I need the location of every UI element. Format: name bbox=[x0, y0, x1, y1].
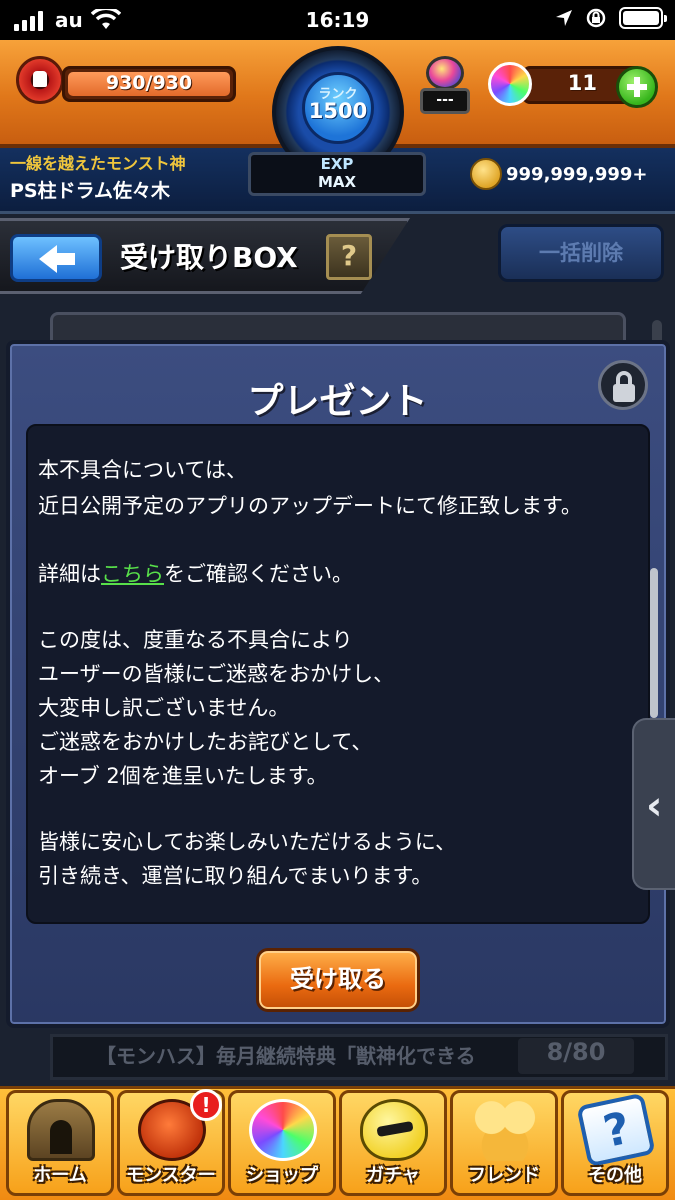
exp-tag: EXP MAX bbox=[248, 152, 426, 196]
nav-friend-label: フレンド bbox=[468, 1165, 540, 1186]
orb-count: 11 bbox=[567, 71, 597, 95]
lock-body bbox=[613, 384, 635, 402]
coin-value: 999,999,999+ bbox=[506, 164, 648, 185]
orientation-lock-icon bbox=[586, 8, 606, 28]
buy-orb-plus-button[interactable] bbox=[616, 66, 658, 108]
nav-monster-label: モンスター bbox=[126, 1165, 216, 1186]
dialog-title: プレゼント bbox=[247, 381, 428, 422]
rank-value: 1500 bbox=[308, 99, 368, 123]
friends-icon bbox=[471, 1099, 539, 1161]
egg-icon bbox=[360, 1099, 428, 1161]
nav-other[interactable]: その他 bbox=[561, 1090, 669, 1196]
luck-gem-icon bbox=[426, 56, 464, 90]
stamina-bar: 930/930 bbox=[62, 66, 236, 102]
detail-prefix: 詳細は bbox=[38, 562, 101, 586]
message-detail-line: 詳細はこちらをご確認ください。 bbox=[38, 558, 353, 588]
present-count: 8/80 bbox=[518, 1038, 634, 1074]
back-button[interactable] bbox=[10, 234, 102, 282]
lock-icon[interactable] bbox=[598, 360, 648, 410]
status-bar: au 16:19 bbox=[0, 0, 675, 40]
player-name: PS柱ドラム佐々木 bbox=[10, 180, 171, 202]
list-item-text: 【モンハス】毎月継続特典「獣神化できる bbox=[96, 1044, 476, 1068]
nav-home[interactable]: ホーム bbox=[6, 1090, 114, 1196]
nav-other-label: その他 bbox=[588, 1165, 642, 1186]
message-line-2: 近日公開予定のアプリのアップデートにて修正致します。 bbox=[38, 494, 582, 518]
nav-shop-label: ショップ bbox=[246, 1165, 318, 1186]
nav-shop[interactable]: ショップ bbox=[228, 1090, 336, 1196]
detail-suffix: をご確認ください。 bbox=[164, 562, 353, 586]
message-line-13: 引き続き、運営に取り組んでまいります。 bbox=[38, 864, 433, 888]
nav-friend[interactable]: フレンド bbox=[450, 1090, 558, 1196]
coin-icon bbox=[470, 158, 502, 190]
notification-badge: ! bbox=[190, 1089, 222, 1121]
nav-monster[interactable]: ! モンスター bbox=[117, 1089, 225, 1196]
luck-value: --- bbox=[420, 88, 470, 114]
luck-icon[interactable]: --- bbox=[420, 54, 470, 116]
stamina-icon bbox=[16, 56, 64, 104]
message-line-8: 大変申し訳ございません。 bbox=[38, 696, 290, 720]
detail-link[interactable]: こちら bbox=[101, 562, 164, 586]
message-line-9: ご迷惑をおかけしたお詫びとして、 bbox=[38, 730, 373, 754]
message-line-7: ユーザーの皆様にご迷惑をおかけし、 bbox=[38, 662, 395, 686]
stamina-value: 930/930 bbox=[105, 72, 193, 94]
battery-icon bbox=[619, 7, 667, 29]
location-icon bbox=[556, 10, 572, 26]
orb-shop-icon bbox=[249, 1099, 317, 1161]
status-right bbox=[555, 7, 667, 29]
player-title: 一線を越えたモンスト神 bbox=[10, 154, 186, 173]
exp-label: EXP bbox=[320, 155, 354, 173]
message-line-10: オーブ 2個を進呈いたします。 bbox=[38, 764, 328, 788]
nav-gacha-label: ガチャ bbox=[366, 1165, 420, 1186]
chevron-left-icon: ‹ bbox=[646, 783, 663, 829]
message-line-1: 本不具合については、 bbox=[38, 458, 247, 482]
help-button[interactable]: ? bbox=[326, 234, 372, 280]
orb-icon bbox=[488, 62, 532, 106]
side-drawer-tab[interactable]: ‹ bbox=[632, 718, 675, 890]
nav-gacha[interactable]: ガチャ bbox=[339, 1090, 447, 1196]
nav-home-label: ホーム bbox=[33, 1165, 87, 1186]
bulk-delete-button[interactable]: 一括削除 bbox=[498, 224, 664, 282]
exp-value: MAX bbox=[317, 173, 357, 191]
message-line-12: 皆様に安心してお楽しみいただけるように、 bbox=[38, 830, 457, 854]
back-arrow-tail bbox=[55, 253, 75, 265]
rank-orb: ランク 1500 bbox=[302, 72, 374, 144]
question-icon bbox=[576, 1092, 656, 1168]
receive-button[interactable]: 受け取る bbox=[256, 948, 420, 1012]
home-gate-icon bbox=[27, 1099, 95, 1161]
message-scrollbar[interactable] bbox=[650, 568, 658, 718]
message-line-6: この度は、度重なる不具合により bbox=[38, 628, 353, 652]
page-title: 受け取りBOX bbox=[120, 241, 298, 274]
